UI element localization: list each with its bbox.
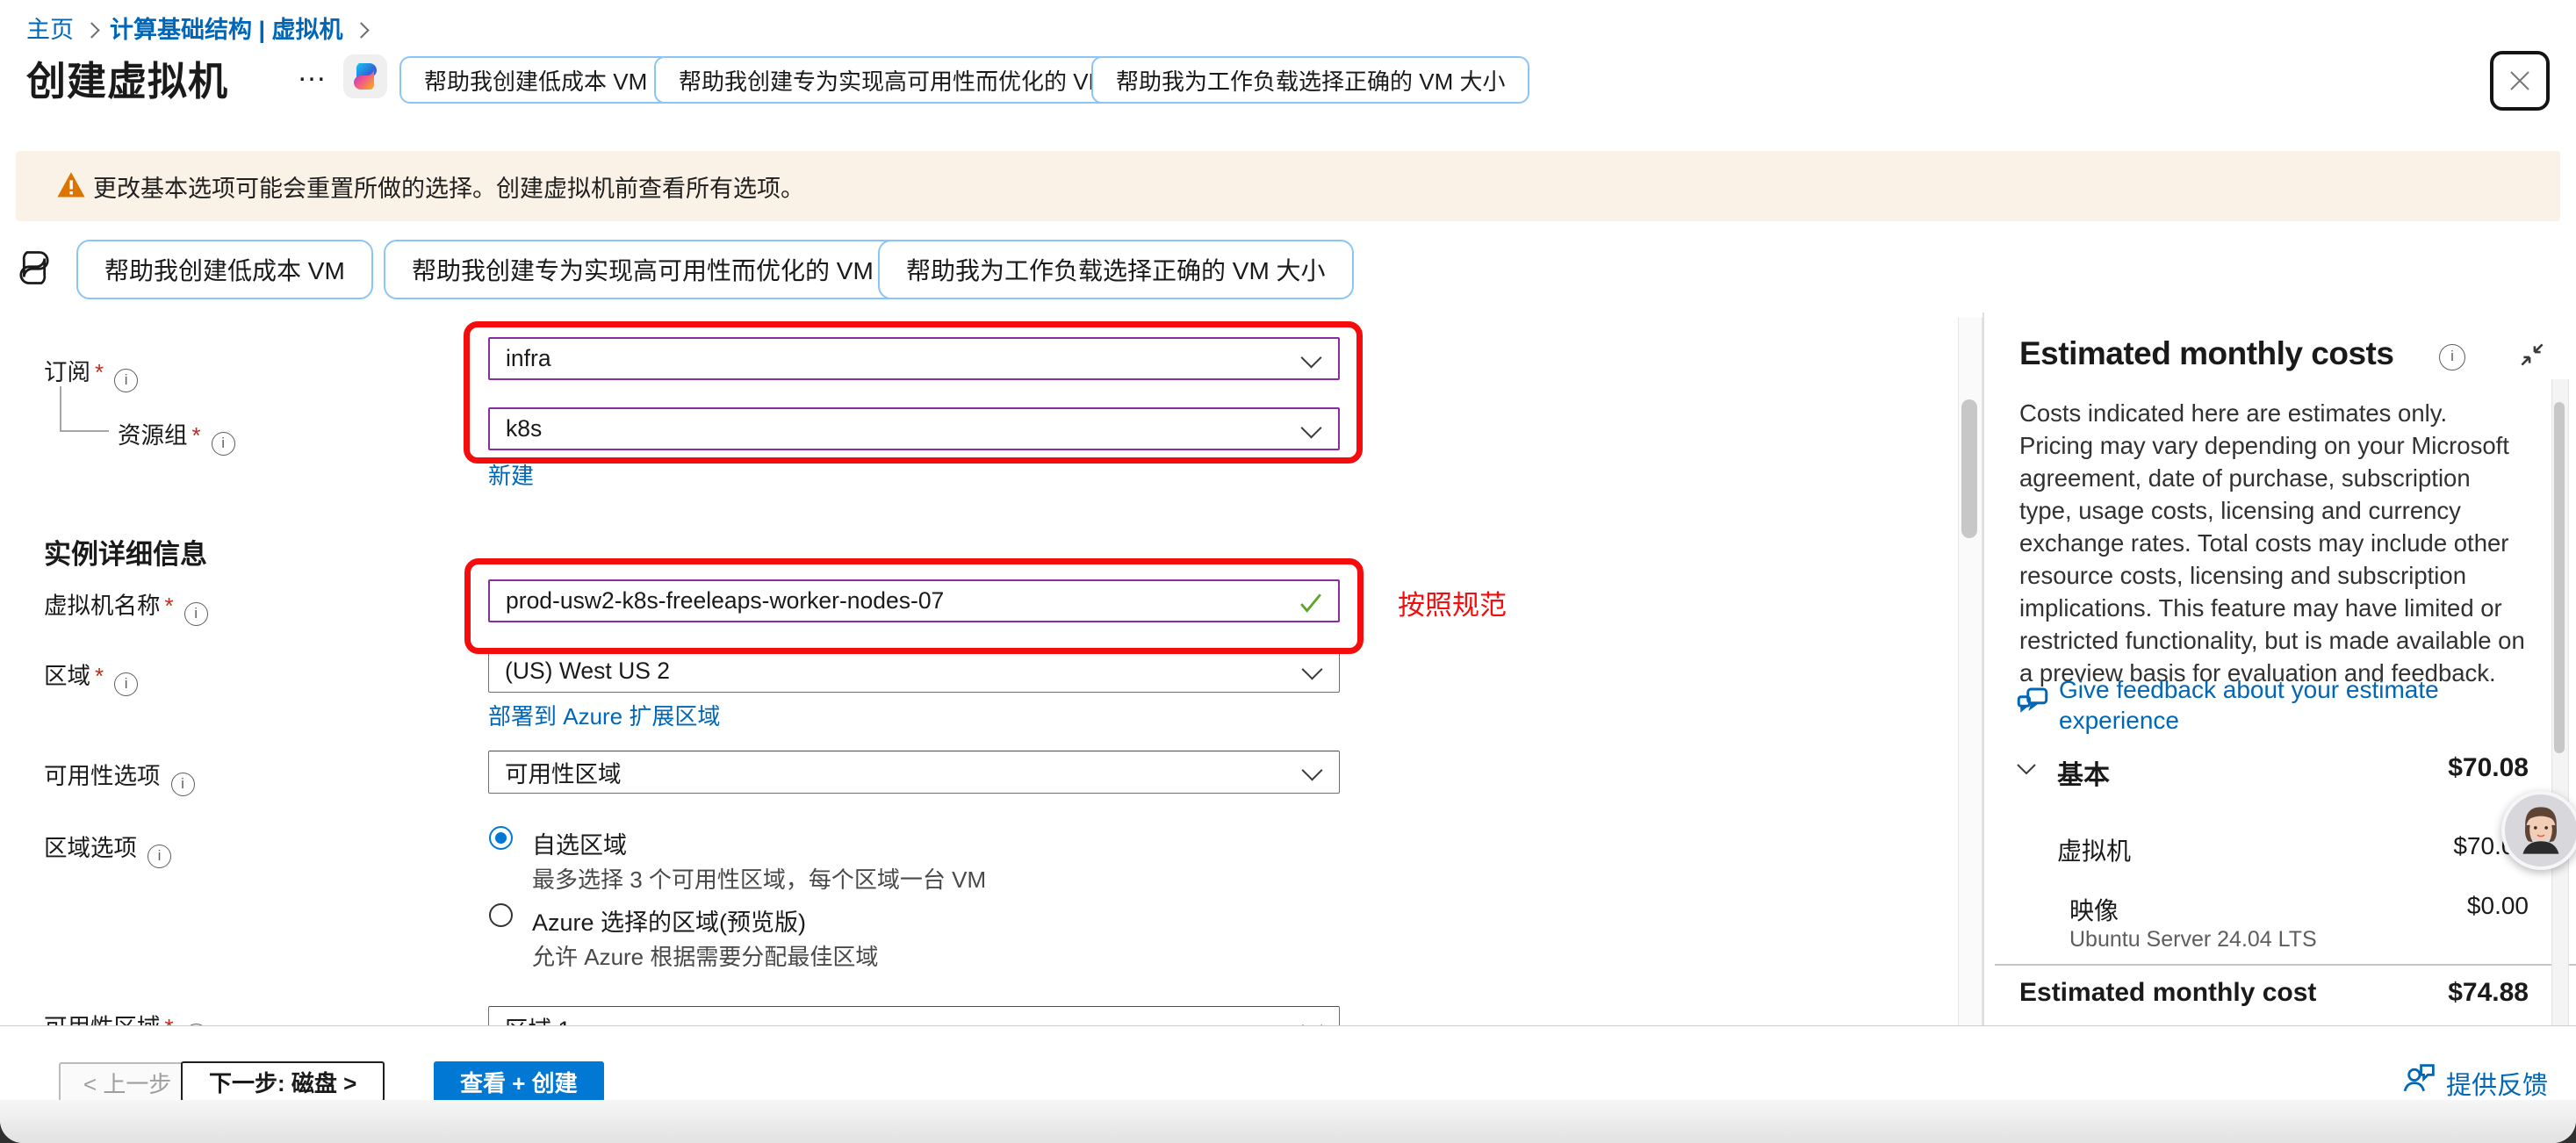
chevron-down-icon (1300, 417, 1321, 438)
radio-self-selected-zones-desc: 最多选择 3 个可用性区域，每个区域一台 VM (532, 862, 986, 895)
cost-vm-row-label: 虚拟机 (2057, 832, 2131, 867)
chevron-right-icon (83, 22, 99, 38)
cost-panel-title: Estimated monthly costs (2019, 335, 2393, 372)
instance-details-heading: 实例详细信息 (44, 532, 207, 572)
info-icon[interactable]: i (212, 432, 235, 456)
cost-panel-description: Costs indicated here are estimates only.… (2019, 397, 2527, 689)
person-feedback-icon (2402, 1061, 2437, 1096)
avatar[interactable] (2501, 791, 2576, 870)
required-asterisk: * (95, 359, 104, 385)
chevron-down-icon[interactable] (2016, 762, 2037, 776)
copilot-outline-icon (16, 249, 53, 286)
page-title: 创建虚拟机 (26, 49, 228, 106)
radio-azure-selected-zones-label[interactable]: Azure 选择的区域(预览版) (532, 903, 806, 938)
estimate-feedback-link[interactable]: Give feedback about your estimate experi… (2059, 674, 2498, 736)
info-icon[interactable]: i (2439, 344, 2465, 370)
info-icon[interactable]: i (114, 369, 138, 392)
breadcrumb-section-link[interactable]: 计算基础结构 | 虚拟机 (110, 17, 343, 43)
tree-connector (60, 386, 109, 432)
cost-image-row-label: 映像 (2069, 892, 2119, 927)
subscription-dropdown[interactable]: infra (488, 337, 1340, 380)
copilot-outline-button[interactable] (16, 249, 53, 291)
panel-divider (1982, 313, 1984, 1025)
radio-self-selected-zones-label[interactable]: 自选区域 (532, 826, 627, 860)
availability-options-dropdown[interactable]: 可用性区域 (488, 751, 1340, 794)
check-icon (1299, 593, 1322, 614)
suggestion-high-availability-button[interactable]: 帮助我创建专为实现高可用性而优化的 VM (654, 56, 1132, 104)
radio-azure-selected-zones-desc: 允许 Azure 根据需要分配最佳区域 (532, 939, 878, 972)
main-scrollbar-thumb[interactable] (1961, 399, 1977, 538)
bottom-strip (0, 1100, 2576, 1143)
info-icon[interactable]: i (171, 773, 195, 796)
warning-text: 更改基本选项可能会重置所做的选择。创建虚拟机前查看所有选项。 (93, 169, 804, 204)
info-icon[interactable]: i (114, 672, 138, 696)
annotation-text: 按照规范 (1398, 583, 1507, 622)
zone-options-label: 区域选项i (44, 829, 171, 868)
feedback-bubbles-icon (2014, 683, 2051, 720)
breadcrumb: 主页 计算基础结构 | 虚拟机 (26, 11, 379, 45)
availability-options-label: 可用性选项i (44, 757, 195, 796)
vm-name-input[interactable]: prod-usw2-k8s-freeleaps-worker-nodes-07 (488, 579, 1340, 622)
chevron-down-icon (1301, 658, 1322, 679)
cost-group-label[interactable]: 基本 (2057, 753, 2110, 792)
cost-vm-row-value: $70.08 (2265, 832, 2529, 860)
warning-banner: 更改基本选项可能会重置所做的选择。创建虚拟机前查看所有选项。 (16, 151, 2560, 221)
next-disks-button[interactable]: 下一步: 磁盘 > (181, 1061, 385, 1102)
azure-portal-screen: 主页 计算基础结构 | 虚拟机 创建虚拟机 … 帮助我创建低成本 VM 帮助我创建… (0, 0, 2576, 1143)
copilot-icon (349, 61, 381, 92)
resource-group-label: 资源组*i (118, 416, 235, 456)
cost-image-row-subtext: Ubuntu Server 24.04 LTS (2069, 927, 2317, 952)
copilot-button[interactable] (343, 54, 387, 98)
avatar-image (2505, 794, 2576, 866)
suggestion-vm-size-button[interactable]: 帮助我为工作负载选择正确的 VM 大小 (1091, 56, 1529, 104)
vm-name-label: 虚拟机名称*i (44, 586, 208, 626)
more-menu-button[interactable]: … (297, 54, 329, 89)
close-icon (2507, 68, 2533, 94)
warning-icon (56, 170, 86, 200)
footer-bar: < 上一步 下一步: 磁盘 > 查看 + 创建 提供反馈 (0, 1025, 2576, 1101)
cost-image-row-value: $0.00 (2265, 892, 2529, 920)
cost-total-value: $74.88 (2265, 978, 2529, 1008)
close-button[interactable] (2490, 51, 2550, 111)
chevron-down-icon (1300, 347, 1321, 368)
required-asterisk: * (165, 593, 174, 619)
suggestion-low-cost-vm-button[interactable]: 帮助我创建低成本 VM (399, 56, 672, 104)
create-new-resource-group-link[interactable]: 新建 (488, 458, 534, 491)
contract-icon[interactable] (2518, 341, 2546, 369)
helper-vm-size-button[interactable]: 帮助我为工作负载选择正确的 VM 大小 (878, 240, 1354, 299)
helper-low-cost-vm-button[interactable]: 帮助我创建低成本 VM (76, 240, 373, 299)
review-create-button[interactable]: 查看 + 创建 (434, 1061, 604, 1102)
feedback-link[interactable]: 提供反馈 (2446, 1065, 2548, 1102)
info-icon[interactable]: i (184, 602, 208, 626)
radio-azure-selected-zones[interactable] (489, 903, 513, 927)
cost-panel-scrollbar-thumb[interactable] (2554, 402, 2565, 753)
helper-high-availability-button[interactable]: 帮助我创建专为实现高可用性而优化的 VM (384, 240, 902, 299)
cost-divider (1995, 964, 2576, 966)
radio-self-selected-zones[interactable] (489, 826, 513, 850)
create-vm-page: 主页 计算基础结构 | 虚拟机 创建虚拟机 … 帮助我创建低成本 VM 帮助我创建… (0, 0, 2576, 1143)
previous-button[interactable]: < 上一步 (59, 1062, 196, 1103)
chevron-down-icon (1301, 759, 1322, 780)
info-icon[interactable]: i (148, 845, 171, 868)
region-dropdown[interactable]: (US) West US 2 (488, 650, 1340, 693)
required-asterisk: * (192, 422, 201, 449)
region-label: 区域*i (44, 657, 138, 696)
resource-group-dropdown[interactable]: k8s (488, 407, 1340, 450)
chevron-right-icon (353, 22, 369, 38)
cost-group-value: $70.08 (2265, 753, 2529, 783)
required-asterisk: * (95, 663, 104, 689)
edge-zone-link[interactable]: 部署到 Azure 扩展区域 (488, 699, 720, 731)
breadcrumb-home-link[interactable]: 主页 (26, 17, 74, 43)
